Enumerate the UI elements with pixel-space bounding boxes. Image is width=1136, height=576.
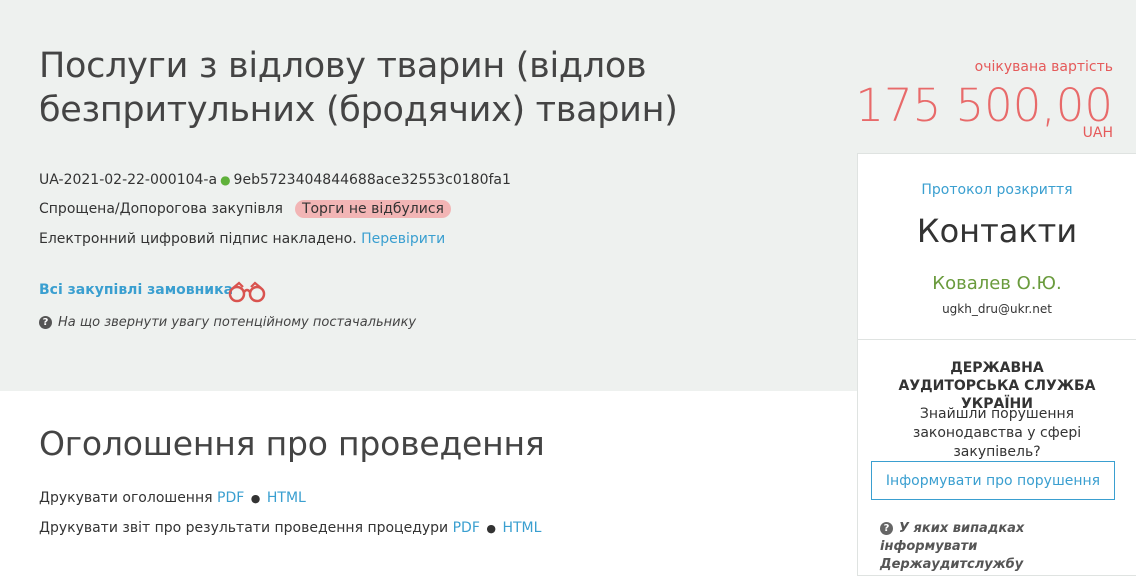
supplier-hint-text: На що звернути увагу потенційному постач…: [58, 315, 417, 330]
price-label: очікувана вартість: [974, 59, 1113, 75]
question-icon: ?: [880, 522, 893, 535]
verify-signature-link[interactable]: Перевірити: [361, 231, 445, 247]
report-violation-button[interactable]: Інформувати про порушення: [871, 461, 1115, 500]
print-notice-label: Друкувати оголошення: [39, 490, 213, 506]
audit-text: Знайшли порушення законодавства у сфері …: [858, 405, 1136, 462]
tender-hash: 9eb5723404844688ace32553c0180fa1: [233, 172, 511, 188]
supplier-hint[interactable]: ? На що звернути увагу потенційному поста…: [39, 315, 416, 330]
binoculars-icon[interactable]: [226, 279, 268, 310]
question-icon: ?: [39, 316, 52, 329]
audit-text-body: Знайшли порушення законодавства у сфері …: [912, 406, 1082, 460]
print-notice-html-link[interactable]: HTML: [267, 490, 306, 506]
status-badge: Торги не відбулися: [294, 200, 451, 218]
audit-hint-text: У яких випадках інформувати Держаудитслу…: [880, 521, 1025, 572]
procedure-row: Спрощена/Допорогова закупівля Торги не ві…: [39, 200, 451, 218]
tender-id-row: UA-2021-02-22-000104-a ● 9eb5723404844688a…: [39, 172, 511, 188]
dot-icon: ●: [220, 173, 231, 187]
sidebar-divider: [858, 339, 1136, 340]
price-currency: UAH: [1082, 125, 1113, 141]
contact-email: ugkh_dru@ukr.net: [942, 302, 1052, 316]
page-title: Послуги з відлову тварин (відлов безприт…: [39, 46, 678, 130]
signature-row: Електронний цифровий підпис накладено. П…: [39, 231, 445, 247]
all-purchases-link[interactable]: Всі закупівлі замовника: [39, 282, 233, 298]
contact-name: Ковалев О.Ю.: [932, 273, 1062, 294]
audit-hint[interactable]: ? У яких випадках інформувати Держаудитсл…: [880, 520, 1120, 574]
dot-icon: ●: [247, 492, 264, 505]
print-report-html-link[interactable]: HTML: [502, 520, 541, 536]
sidebar: Протокол розкриття Контакти Ковалев О.Ю.…: [857, 153, 1136, 576]
print-report-pdf-link[interactable]: PDF: [453, 520, 480, 536]
tender-id: UA-2021-02-22-000104-a: [39, 172, 218, 188]
dot-icon: ●: [482, 522, 500, 535]
contacts-title: Контакти: [916, 212, 1078, 250]
procedure-type: Спрощена/Допорогова закупівля: [39, 201, 283, 217]
print-report-label: Друкувати звіт про результати проведення…: [39, 520, 449, 536]
signature-text: Електронний цифровий підпис накладено.: [39, 231, 357, 247]
print-notice-pdf-link[interactable]: PDF: [217, 490, 244, 506]
print-notice-row: Друкувати оголошення PDF ● HTML: [39, 490, 306, 506]
protocol-link[interactable]: Протокол розкриття: [858, 182, 1136, 198]
announcement-title: Оголошення про проведення: [39, 424, 545, 463]
price-value: 175 500,00: [855, 79, 1113, 132]
print-report-row: Друкувати звіт про результати проведення…: [39, 520, 541, 536]
